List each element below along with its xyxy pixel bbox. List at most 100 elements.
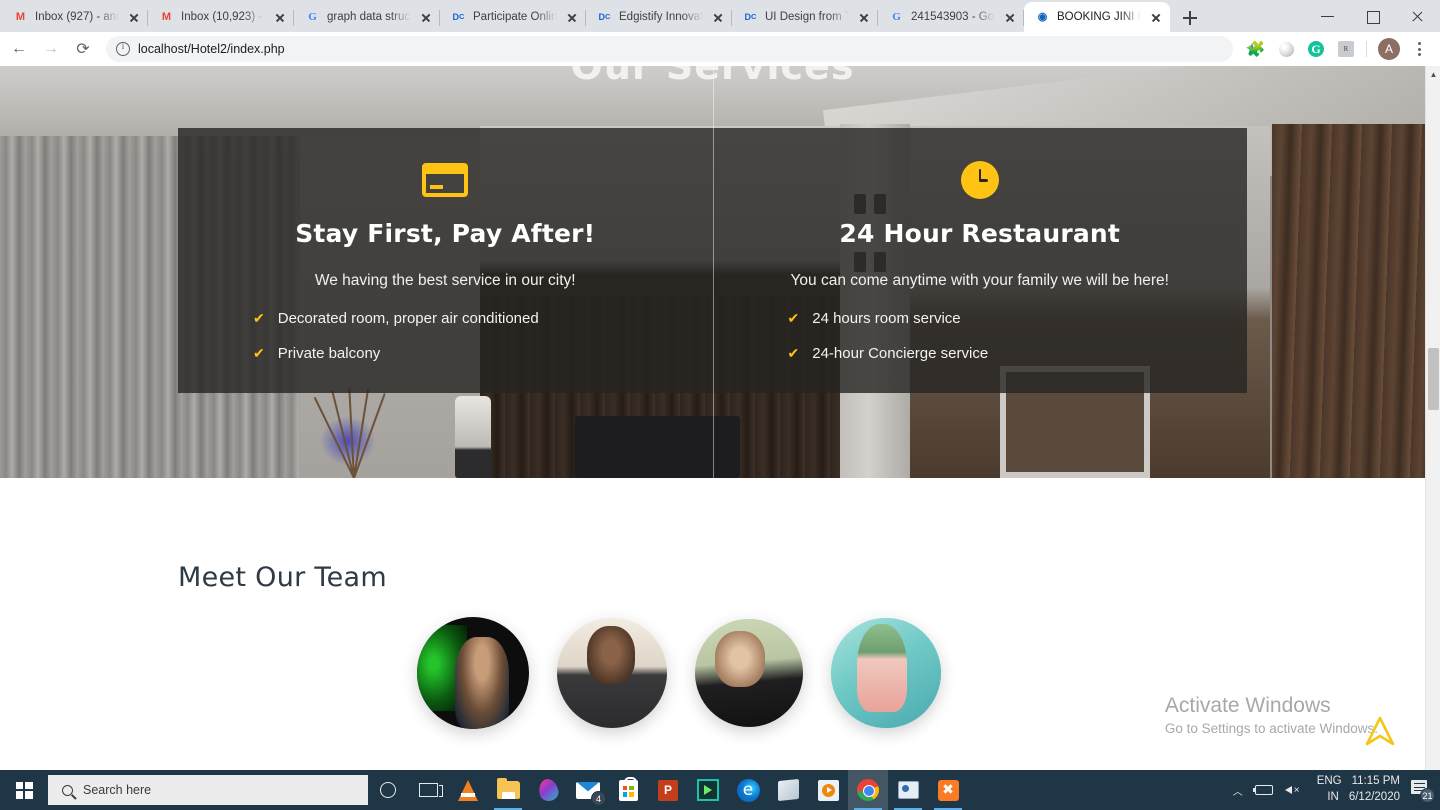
reload-icon[interactable]: ⟳ [68, 34, 98, 64]
service-subtitle: We having the best service in our city! [314, 272, 576, 289]
watermark-subtitle: Go to Settings to activate Windows. [1164, 721, 1378, 736]
service-card-restaurant: 24 Hour Restaurant You can come anytime … [712, 66, 1248, 478]
remote-desktop-icon[interactable] [888, 770, 928, 810]
scroll-to-top-icon[interactable] [1360, 711, 1400, 751]
grammarly-icon[interactable]: G [1303, 36, 1329, 62]
powerpoint-icon[interactable]: P [648, 770, 688, 810]
tab-title: 241543903 - Goog [911, 11, 995, 23]
browser-tab-8-active[interactable]: ◉ BOOKING JINI HO [1024, 2, 1170, 32]
movies-tv-icon[interactable] [808, 770, 848, 810]
list-item: ✔ Decorated room, proper air conditioned [253, 310, 713, 327]
watermark-title: Activate Windows [1164, 694, 1331, 717]
mail-badge: 4 [591, 791, 606, 806]
avatar[interactable]: A [1376, 36, 1402, 62]
url-text: localhost/Hotel2/index.php [138, 42, 285, 56]
service-title: 24 Hour Restaurant [839, 219, 1121, 248]
tab-close-icon[interactable] [564, 9, 580, 25]
maximize-icon[interactable] [1350, 0, 1395, 32]
close-icon[interactable] [1395, 0, 1440, 32]
notifications-icon[interactable]: 21 [1408, 778, 1435, 803]
gmail-icon: M [15, 10, 26, 23]
sticky-notes-icon[interactable] [768, 770, 808, 810]
vlc-icon[interactable] [448, 770, 488, 810]
new-tab-button[interactable] [1176, 4, 1204, 32]
microsoft-store-icon[interactable] [608, 770, 648, 810]
notifications-badge: 21 [1420, 788, 1435, 803]
team-member-3[interactable] [695, 619, 803, 727]
tab-close-icon[interactable] [710, 9, 726, 25]
tab-title: UI Design from TE [765, 11, 849, 23]
list-item: ✔ 24 hours room service [788, 310, 1248, 327]
docs-icon: DC [744, 11, 757, 22]
windows-start-icon[interactable] [0, 770, 48, 810]
toolbar-divider [1366, 41, 1367, 57]
feature-label: Decorated room, proper air conditioned [277, 310, 539, 327]
paint3d-icon[interactable] [528, 770, 568, 810]
tab-close-icon[interactable] [126, 9, 142, 25]
service-subtitle: You can come anytime with your family we… [790, 272, 1170, 289]
tab-title: graph data structu [327, 11, 411, 23]
tab-title: Inbox (927) - anura [35, 11, 119, 23]
browser-tab-1[interactable]: M Inbox (927) - anura [2, 2, 148, 32]
battery-icon[interactable] [1249, 785, 1279, 795]
tab-close-icon[interactable] [418, 9, 434, 25]
back-arrow-icon[interactable]: ← [4, 34, 34, 64]
media-player-icon[interactable] [688, 770, 728, 810]
clock-and-language[interactable]: ENG 11:15 PM IN 6/12/2020 [1309, 774, 1408, 805]
browser-tab-3[interactable]: G graph data structu [294, 2, 440, 32]
tab-title: Participate Online [473, 11, 557, 23]
info-icon[interactable] [116, 41, 130, 56]
search-icon [62, 784, 73, 796]
docs-icon: DC [452, 11, 465, 22]
mail-icon[interactable]: 4 [568, 770, 608, 810]
scrollbar-up-arrow-icon[interactable]: ▲ [1426, 66, 1440, 82]
cortana-icon[interactable] [368, 770, 408, 810]
tab-title: BOOKING JINI HO [1057, 11, 1141, 23]
credit-card-icon [178, 158, 713, 202]
volume-muted-icon[interactable]: × [1279, 783, 1309, 797]
language-line-2: IN [1327, 791, 1339, 803]
edge-icon[interactable]: e [728, 770, 768, 810]
team-heading: Meet Our Team [178, 562, 387, 593]
browser-tab-7[interactable]: G 241543903 - Goog [878, 2, 1024, 32]
address-bar[interactable]: localhost/Hotel2/index.php ★ [106, 36, 1259, 62]
scrollbar-thumb[interactable] [1428, 348, 1439, 410]
team-section: Meet Our Team [0, 478, 1425, 729]
tab-close-icon[interactable] [1148, 9, 1164, 25]
page-scrollbar[interactable]: ▲ ▼ [1425, 66, 1440, 780]
browser-tab-4[interactable]: DC Participate Online [440, 2, 586, 32]
tab-close-icon[interactable] [856, 9, 872, 25]
activate-windows-watermark: Activate Windows Go to Settings to activ… [1165, 694, 1378, 736]
page-viewport: Our Services Stay First, Pay After! We h… [0, 66, 1440, 780]
booking-icon: ◉ [1037, 10, 1048, 23]
service-card-stay-first: Stay First, Pay After! We having the bes… [178, 128, 713, 393]
kebab-menu-icon[interactable] [1406, 36, 1432, 62]
tab-close-icon[interactable] [1002, 9, 1018, 25]
cube-extension-icon[interactable]: 🧩 [1243, 36, 1269, 62]
minimize-icon[interactable] [1305, 0, 1350, 32]
search-input[interactable]: Search here [48, 775, 368, 805]
window-controls [1305, 0, 1440, 32]
browser-tab-5[interactable]: DC Edgistify Innovatio [586, 2, 732, 32]
show-hidden-icons[interactable]: ︿ [1227, 783, 1249, 798]
team-member-1[interactable] [417, 617, 529, 729]
google-icon: G [892, 10, 901, 23]
chrome-icon[interactable] [848, 770, 888, 810]
services-hero-section: Our Services Stay First, Pay After! We h… [0, 66, 1425, 478]
team-member-2[interactable] [557, 618, 667, 728]
team-member-4[interactable] [831, 618, 941, 728]
sphere-extension-icon[interactable] [1273, 36, 1299, 62]
browser-tab-2[interactable]: M Inbox (10,923) - an [148, 2, 294, 32]
service-feature-list: ✔ 24 hours room service ✔ 24-hour Concie… [713, 310, 1248, 362]
gray-extension-icon[interactable]: ʀ [1333, 36, 1359, 62]
browser-tab-6[interactable]: DC UI Design from TE [732, 2, 878, 32]
tab-strip: M Inbox (927) - anura M Inbox (10,923) -… [0, 0, 1440, 32]
file-explorer-icon[interactable] [488, 770, 528, 810]
xampp-icon[interactable]: ✖ [928, 770, 968, 810]
task-view-icon[interactable] [408, 770, 448, 810]
language-line-1: ENG [1316, 775, 1342, 788]
list-item: ✔ Private balcony [253, 345, 713, 362]
services-overlay-panel: Stay First, Pay After! We having the bes… [178, 66, 1248, 478]
tab-title: Edgistify Innovatio [619, 11, 703, 23]
tab-close-icon[interactable] [272, 9, 288, 25]
